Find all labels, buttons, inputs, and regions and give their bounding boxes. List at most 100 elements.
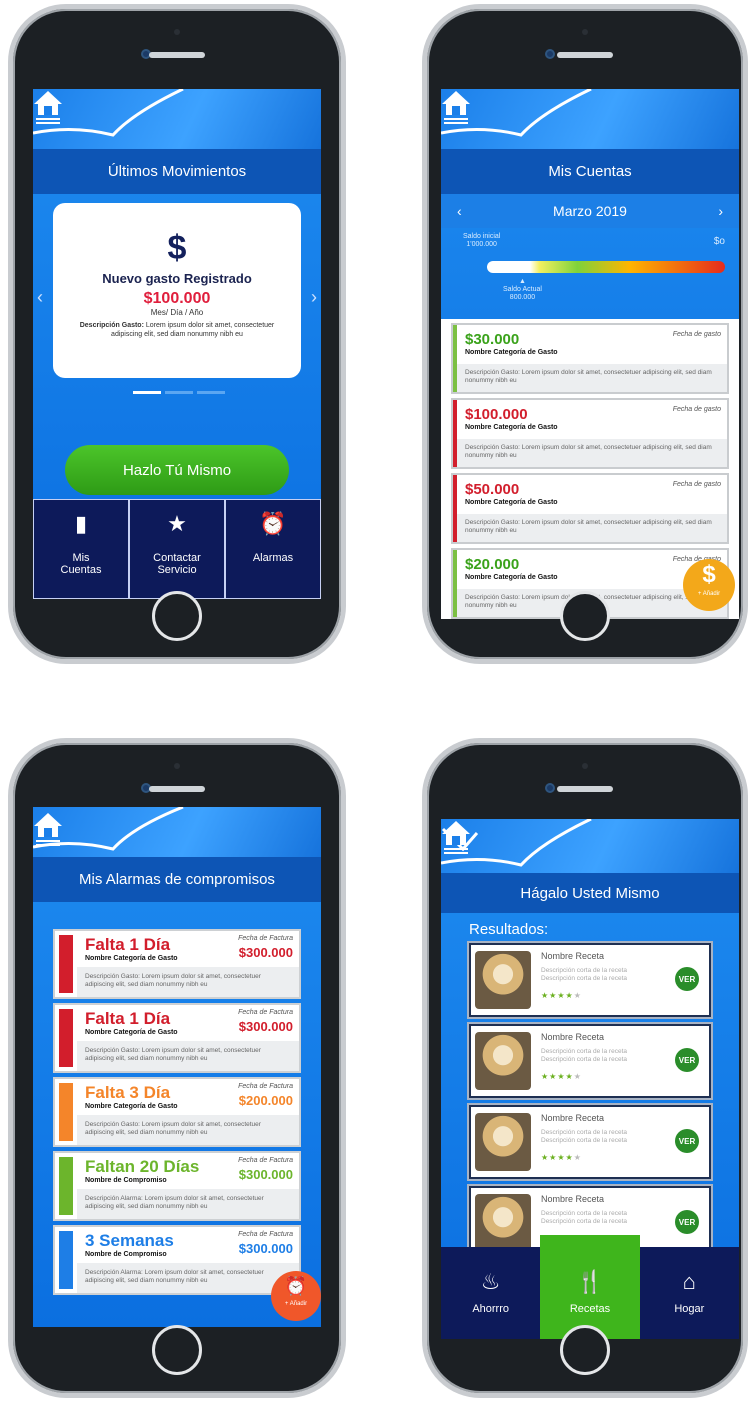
- home-icon[interactable]: [441, 819, 471, 857]
- fab-label: + Añadir: [697, 591, 721, 597]
- label-value: 800.000: [509, 294, 536, 301]
- home-button[interactable]: [560, 1325, 610, 1375]
- speaker-grille: [149, 786, 205, 792]
- alarm-card[interactable]: Falta 1 Día Nombre Categoría de Gasto Fe…: [53, 929, 301, 999]
- book-icon: ▮: [74, 511, 88, 536]
- indicator-dot[interactable]: [165, 391, 193, 394]
- add-expense-button[interactable]: $ + Añadir: [683, 559, 735, 611]
- recipe-image: [475, 1113, 531, 1171]
- ver-button[interactable]: VER: [675, 1210, 699, 1234]
- fork-knife-icon: 🍴: [576, 1269, 604, 1294]
- alarm-category: Nombre de Compromiso: [85, 1251, 167, 1258]
- recipe-rating: ★★★★★: [541, 991, 582, 1000]
- alarm-card[interactable]: Falta 1 Día Nombre Categoría de Gasto Fe…: [53, 1003, 301, 1073]
- nav-ahorro[interactable]: ♨ Ahorrro: [441, 1247, 540, 1339]
- recipe-card[interactable]: Nombre Receta Descripción corta de la re…: [467, 1022, 713, 1100]
- header-swoosh: [33, 807, 184, 851]
- ver-button[interactable]: VER: [675, 1048, 699, 1072]
- nav-mis-cuentas[interactable]: ▮ Mis Cuentas: [33, 499, 129, 599]
- home-button[interactable]: [152, 591, 202, 641]
- alarm-card[interactable]: Falta 3 Día Nombre Categoría de Gasto Fe…: [53, 1077, 301, 1147]
- prev-month-icon[interactable]: ‹: [457, 203, 462, 219]
- recipe-name: Nombre Receta: [541, 1113, 605, 1123]
- carousel-prev-icon[interactable]: ‹: [37, 287, 43, 308]
- hazlo-tu-mismo-button[interactable]: Hazlo Tú Mismo: [65, 445, 289, 495]
- desc-line: Descripción corta de la receta: [541, 1218, 627, 1225]
- month-selector: ‹ Marzo 2019 ›: [441, 194, 739, 228]
- next-month-icon[interactable]: ›: [718, 203, 723, 219]
- header-banner: [33, 89, 321, 149]
- page-title: Mis Cuentas: [441, 149, 739, 194]
- nav-recetas[interactable]: 🍴 Recetas: [540, 1235, 640, 1339]
- fab-label: + Añadir: [284, 1301, 308, 1307]
- alarm-category: Nombre Categoría de Gasto: [85, 1029, 178, 1036]
- alarm-description: Descripción Alarma: Lorem ipsum dolor si…: [77, 1189, 299, 1219]
- expense-description: Descripción Gasto: Lorem ipsum dolor sit…: [457, 364, 727, 392]
- home-icon[interactable]: [33, 811, 63, 849]
- alarm-title: 3 Semanas: [85, 1231, 174, 1250]
- home-button[interactable]: [152, 1325, 202, 1375]
- nav-label: Ahorrro: [472, 1303, 509, 1315]
- end-balance-label: $o: [713, 236, 725, 247]
- alarm-color-bar: [59, 1083, 73, 1141]
- expense-card[interactable]: $100.000 Nombre Categoría de Gasto Fecha…: [451, 398, 729, 469]
- nav-label: Mis: [72, 552, 90, 564]
- recipe-rating: ★★★★★: [541, 1072, 582, 1081]
- dollar-icon: $: [702, 561, 716, 588]
- alarm-date-label: Fecha de Factura: [238, 1009, 293, 1016]
- expense-amount: $30.000: [465, 331, 520, 348]
- current-balance-label: ▲ Saldo Actual 800.000: [503, 278, 542, 301]
- indicator-dot[interactable]: [133, 391, 161, 394]
- screen-recetas: Hágalo Usted Mismo Resultados: Nombre Re…: [441, 819, 739, 1339]
- alarm-amount: $300.000: [238, 1019, 293, 1034]
- start-balance-label: Saldo inicial 1'000.000: [463, 233, 500, 249]
- piggy-bank-icon: ♨: [480, 1269, 501, 1294]
- ver-button[interactable]: VER: [675, 967, 699, 991]
- ver-button[interactable]: VER: [675, 1129, 699, 1153]
- home-icon[interactable]: [33, 89, 63, 127]
- alarm-title: Falta 1 Día: [85, 1009, 171, 1028]
- speaker-grille: [557, 786, 613, 792]
- expense-card[interactable]: $30.000 Nombre Categoría de Gasto Fecha …: [451, 323, 729, 394]
- recipe-card[interactable]: Nombre Receta Descripción corta de la re…: [467, 1103, 713, 1181]
- desc-line: Descripción corta de la receta: [541, 967, 627, 974]
- home-icon[interactable]: [441, 89, 471, 127]
- card-period: Mes/ Día / Año: [150, 308, 204, 317]
- alarm-card[interactable]: Faltan 20 Días Nombre de Compromiso Fech…: [53, 1151, 301, 1221]
- page-title: Últimos Movimientos: [33, 149, 321, 194]
- carousel-indicator[interactable]: [133, 391, 225, 394]
- home-button[interactable]: [560, 591, 610, 641]
- alarm-title: Falta 1 Día: [85, 935, 171, 954]
- movement-card[interactable]: $ Nuevo gasto Registrado $100.000 Mes/ D…: [53, 203, 301, 378]
- recipe-image: [475, 951, 531, 1009]
- carousel-next-icon[interactable]: ›: [311, 287, 317, 308]
- alarm-category: Nombre Categoría de Gasto: [85, 955, 178, 962]
- recipe-card[interactable]: Nombre Receta Descripción corta de la re…: [467, 941, 713, 1019]
- balance-gauge: Saldo inicial 1'000.000 $o ▲ Saldo Actual 8…: [441, 228, 739, 308]
- home-icon: ⌂: [682, 1269, 696, 1294]
- indicator-dot[interactable]: [197, 391, 225, 394]
- nav-alarmas[interactable]: ⏰ Alarmas: [225, 499, 321, 599]
- alarm-description: Descripción Alarma: Lorem ipsum dolor si…: [77, 1263, 299, 1293]
- alarm-description: Descripción Gasto: Lorem ipsum dolor sit…: [77, 1115, 299, 1145]
- add-alarm-button[interactable]: ⏰ + Añadir: [271, 1271, 321, 1321]
- expense-amount: $20.000: [465, 556, 520, 573]
- alarm-title: Falta 3 Día: [85, 1083, 171, 1102]
- alarm-description: Descripción Gasto: Lorem ipsum dolor sit…: [77, 967, 299, 997]
- alarm-list: Falta 1 Día Nombre Categoría de Gasto Fe…: [53, 929, 301, 1327]
- recipe-description: Descripción corta de la receta Descripció…: [541, 1210, 627, 1226]
- speaker-grille: [557, 52, 613, 58]
- desc-label: Descripción Gasto:: [79, 322, 144, 329]
- alarm-card[interactable]: 3 Semanas Nombre de Compromiso Fecha de …: [53, 1225, 301, 1295]
- recipe-image: [475, 1194, 531, 1252]
- front-camera: [545, 49, 555, 59]
- alarm-color-bar: [59, 1231, 73, 1289]
- expense-card[interactable]: $50.000 Nombre Categoría de Gasto Fecha …: [451, 473, 729, 544]
- alarm-clock-icon: ⏰: [259, 511, 287, 536]
- nav-hogar[interactable]: ⌂ Hogar: [640, 1247, 739, 1339]
- recipe-description: Descripción corta de la receta Descripció…: [541, 967, 627, 983]
- nav-label: Alarmas: [252, 552, 294, 564]
- desc-line: Descripción corta de la receta: [541, 1056, 627, 1063]
- nav-contactar-servicio[interactable]: ★ Contactar Servicio: [129, 499, 225, 599]
- recipe-description: Descripción corta de la receta Descripció…: [541, 1048, 627, 1064]
